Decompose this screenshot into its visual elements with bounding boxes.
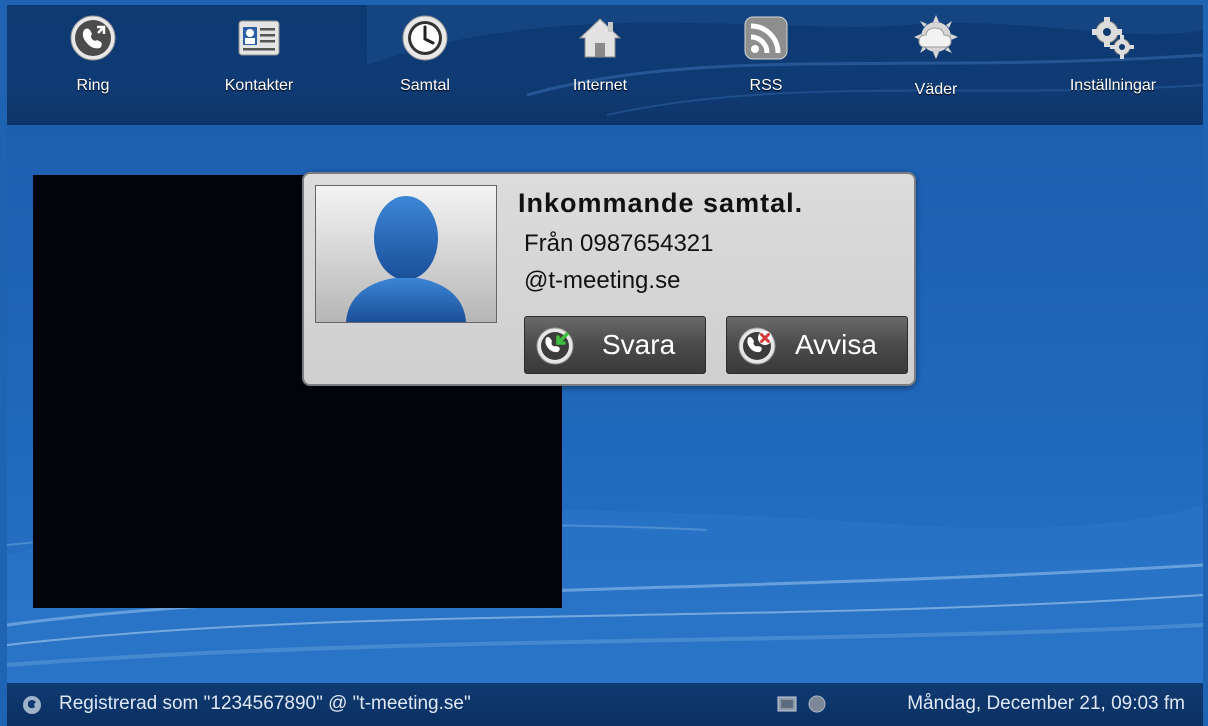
globe-tray-icon[interactable] xyxy=(807,694,827,714)
home-icon xyxy=(578,18,622,58)
reject-button-label: Avvisa xyxy=(795,329,877,360)
rss-icon xyxy=(744,16,788,60)
nav-label: RSS xyxy=(749,77,783,94)
top-navigation-bar: Ring Kontakter Samtal Internet RSS Väder… xyxy=(7,5,1203,125)
weather-cloud-icon xyxy=(914,15,958,59)
contacts-card-icon xyxy=(238,20,280,56)
nav-label: Ring xyxy=(76,77,110,94)
answer-call-icon xyxy=(536,327,574,365)
clock-icon xyxy=(402,15,448,61)
nav-label: Kontakter xyxy=(224,77,294,94)
nav-rss[interactable]: RSS xyxy=(711,13,821,95)
nav-samtal[interactable]: Samtal xyxy=(370,13,480,95)
reject-call-icon xyxy=(738,327,776,365)
nav-kontakter[interactable]: Kontakter xyxy=(204,13,314,95)
phone-icon xyxy=(70,15,116,61)
reject-button[interactable]: Avvisa xyxy=(726,316,908,374)
incoming-call-dialog: Inkommande samtal. Från 0987654321 @t-me… xyxy=(302,172,916,386)
nav-internet[interactable]: Internet xyxy=(545,13,655,95)
date-time-display: Måndag, December 21, 09:03 fm xyxy=(907,693,1185,714)
gears-icon xyxy=(1092,17,1134,59)
nav-vader[interactable]: Väder xyxy=(881,13,991,99)
network-tray-icon[interactable] xyxy=(777,694,797,714)
registration-status-text: Registrerad som "1234567890" @ "t-meetin… xyxy=(59,693,471,714)
nav-label: Samtal xyxy=(400,77,450,94)
nav-label: Väder xyxy=(914,81,958,98)
status-bar: Registrerad som "1234567890" @ "t-meetin… xyxy=(7,683,1203,726)
caller-domain: @t-meeting.se xyxy=(524,267,681,294)
person-silhouette-icon xyxy=(346,196,466,322)
nav-label: Internet xyxy=(572,77,628,94)
nav-ring[interactable]: Ring xyxy=(38,13,148,95)
registration-status-icon xyxy=(23,696,41,714)
nav-label: Inställningar xyxy=(1069,77,1157,94)
caller-avatar xyxy=(315,185,497,323)
dialog-title: Inkommande samtal. xyxy=(518,188,804,218)
caller-number: Från 0987654321 xyxy=(524,230,714,257)
answer-button-label: Svara xyxy=(602,329,676,360)
nav-installningar[interactable]: Inställningar xyxy=(1058,13,1168,95)
answer-button[interactable]: Svara xyxy=(524,316,706,374)
